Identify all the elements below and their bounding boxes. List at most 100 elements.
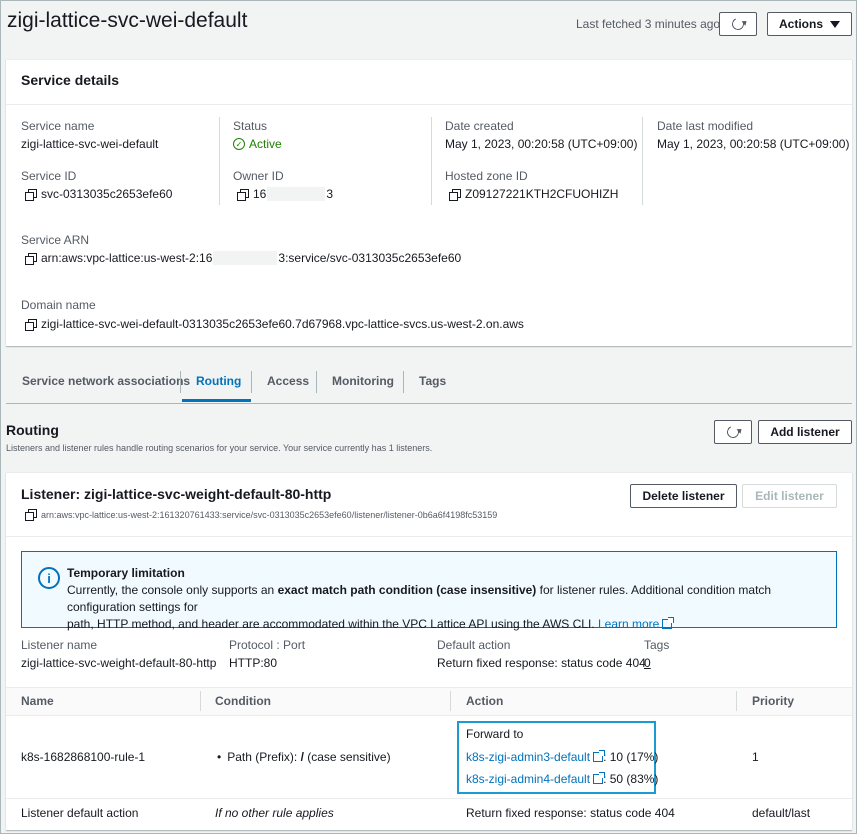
bullet: • [217,750,222,764]
routing-heading: Routing [6,422,59,438]
target-group-1: k8s-zigi-admin3-default: 10 (17%) [466,750,658,764]
tabs-underline [6,403,852,404]
arn-end: 3:service/svc-0313035c2653efe60 [278,251,462,265]
info-text-1: Currently, the console only supports an [67,583,278,597]
column-header-priority[interactable]: Priority [752,694,794,708]
column-header-condition[interactable]: Condition [215,694,271,708]
rules-table-header [6,687,852,716]
external-link-icon [662,617,675,629]
condition-prefix: Path (Prefix): [227,750,301,764]
copy-icon[interactable] [25,253,37,265]
date-created-value: May 1, 2023, 00:20:58 (UTC+09:00) [445,137,638,151]
column-header-name[interactable]: Name [21,694,54,708]
external-link-icon [593,750,606,762]
copy-icon[interactable] [237,189,249,201]
listener-arn: arn:aws:vpc-lattice:us-west-2:1613207614… [25,509,498,521]
column-separator [200,691,201,711]
info-title: Temporary limitation [67,566,185,580]
listener-name-value: zigi-lattice-svc-weight-default-80-http [21,656,217,670]
rule-name: k8s-1682868100-rule-1 [21,750,146,764]
service-name-value: zigi-lattice-svc-wei-default [21,137,159,151]
tab-access[interactable]: Access [267,374,309,388]
target-group-2: k8s-zigi-admin4-default : 50 (83%) [466,772,658,786]
target-2-text: k8s-zigi-admin4-default [466,772,591,786]
domain-name-label: Domain name [21,298,96,312]
row-divider [6,798,852,799]
default-rule-condition: If no other rule applies [215,806,334,820]
copy-icon[interactable] [25,509,37,521]
add-listener-button[interactable]: Add listener [758,420,852,444]
target-group-2-link[interactable]: k8s-zigi-admin4-default [466,772,606,786]
service-arn-value: arn:aws:vpc-lattice:us-west-2:16 3:servic… [25,251,461,265]
actions-label: Actions [778,17,823,31]
learn-more-link[interactable]: Learn more [597,617,675,631]
actions-button[interactable]: Actions [767,12,852,36]
owner-id-value: 16 3 [237,187,333,201]
info-text: Currently, the console only supports an … [67,582,827,633]
divider [6,104,852,105]
service-details-heading: Service details [21,72,120,88]
tab-monitoring[interactable]: Monitoring [332,374,394,388]
delete-listener-button[interactable]: Delete listener [630,484,737,508]
domain-text: zigi-lattice-svc-wei-default-0313035c265… [41,317,524,331]
copy-icon[interactable] [449,189,461,201]
default-rule-action: Return fixed response: status code 404 [466,806,675,820]
active-tab-indicator [182,399,251,402]
tab-tags[interactable]: Tags [419,374,446,388]
rule-priority: 1 [752,750,759,764]
default-action-label: Default action [437,638,511,652]
tab-service-network-associations[interactable]: Service network associations [22,374,190,388]
target-group-1-link[interactable]: k8s-zigi-admin3-default [466,750,606,764]
forward-to-label: Forward to [466,727,524,741]
tab-separator [251,371,252,393]
column-divider [431,117,432,205]
owner-id-label: Owner ID [233,169,284,183]
page-title: zigi-lattice-svc-wei-default [7,9,248,32]
column-separator [450,691,451,711]
target-1-text: k8s-zigi-admin3-default [466,750,591,764]
edit-listener-button[interactable]: Edit listener [742,484,837,508]
service-arn-label: Service ARN [21,233,90,247]
refresh-icon [725,424,741,440]
column-header-action[interactable]: Action [466,694,503,708]
external-link-icon [593,772,606,784]
owner-id-start: 16 [253,187,267,201]
tab-separator [403,371,404,393]
default-rule-priority: default/last [752,806,811,820]
caret-down-icon [830,20,840,28]
status-label: Status [233,119,268,133]
protocol-port-value: HTTP:80 [229,656,278,670]
protocol-port-label: Protocol : Port [229,638,306,652]
status-value: Active [249,137,282,151]
page: zigi-lattice-svc-wei-default Last fetche… [0,0,857,834]
date-modified-label: Date last modified [657,119,754,133]
hosted-zone-label: Hosted zone ID [445,169,528,183]
refresh-icon [730,16,746,32]
arn-start: arn:aws:vpc-lattice:us-west-2:16 [41,251,213,265]
tab-separator [316,371,317,393]
target-2-weight: : 50 (83%) [603,772,659,786]
info-text-3: path, HTTP method, and header are accomm… [67,617,595,631]
hosted-zone-text: Z09127221KTH2CFUOHIZH [465,187,619,201]
listener-name-label: Listener name [21,638,98,652]
listener-title: Listener: zigi-lattice-svc-weight-defaul… [21,486,332,502]
listener-arn-text: arn:aws:vpc-lattice:us-west-2:1613207614… [41,510,498,520]
hosted-zone-value: Z09127221KTH2CFUOHIZH [449,187,618,201]
service-id-label: Service ID [21,169,77,183]
learn-more-text: Learn more [597,617,660,631]
copy-icon[interactable] [25,319,37,331]
tab-routing[interactable]: Routing [196,374,241,388]
routing-refresh-button[interactable] [714,420,752,444]
tags-count-link[interactable]: 0 [644,656,651,670]
owner-id-end: 3 [326,187,334,201]
refresh-button[interactable] [719,12,757,36]
status-badge: ✓ Active [233,137,282,151]
default-rule-name: Listener default action [21,806,139,820]
info-text-bold: exact match path condition (case insensi… [277,583,537,597]
routing-description: Listeners and listener rules handle rout… [6,443,433,453]
copy-icon[interactable] [25,189,37,201]
domain-name-value: zigi-lattice-svc-wei-default-0313035c265… [25,317,524,331]
redacted-block [213,251,278,265]
default-action-value: Return fixed response: status code 404 [437,656,646,670]
date-modified-value: May 1, 2023, 00:20:58 (UTC+09:00) [657,137,850,151]
